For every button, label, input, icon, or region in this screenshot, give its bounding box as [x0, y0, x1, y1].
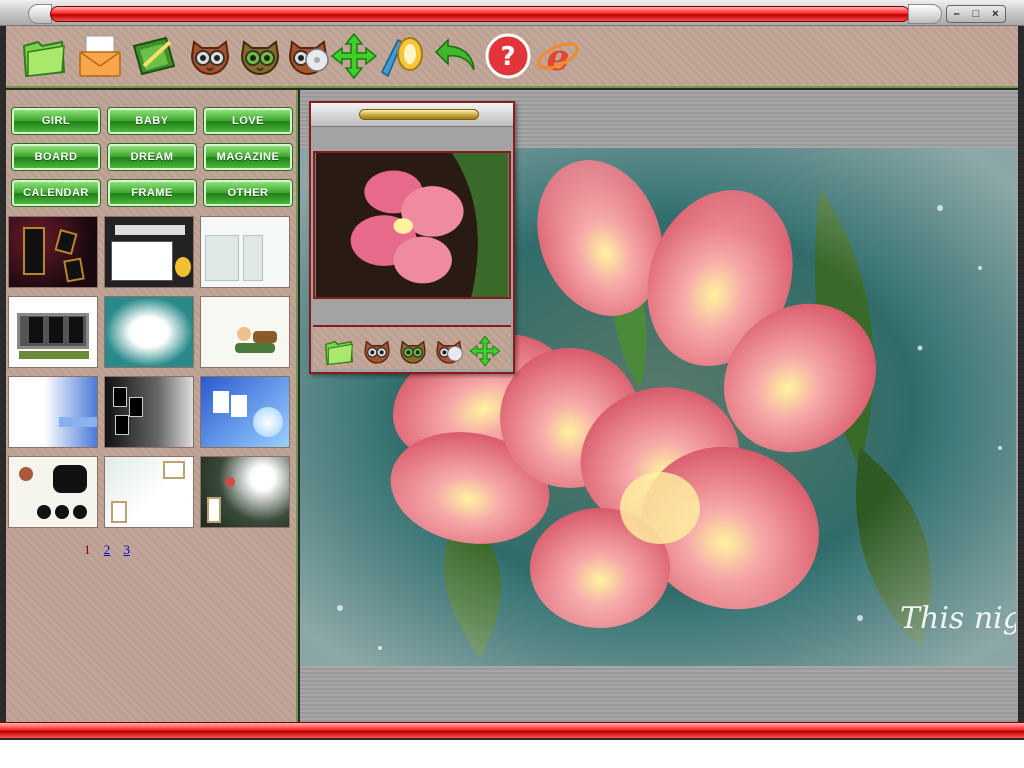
thumb-board-white[interactable]	[104, 216, 194, 288]
internet-explorer-button[interactable]: e	[534, 32, 582, 80]
thumb-teal-oval[interactable]	[104, 296, 194, 368]
preview-open-button[interactable]	[323, 335, 355, 367]
owl-cd-button[interactable]	[284, 32, 332, 80]
thumb-white-panels[interactable]	[200, 216, 290, 288]
thumb-cartoon-kids[interactable]	[200, 296, 290, 368]
thumb-blue-fade[interactable]	[8, 376, 98, 448]
page-current: 1	[84, 542, 91, 557]
owl-green-icon	[400, 340, 426, 364]
owl-cd-icon	[288, 40, 329, 75]
move-arrows-button[interactable]	[330, 32, 378, 80]
preview-owl-green-button[interactable]	[397, 335, 429, 367]
preview-image	[313, 151, 511, 299]
move-arrows-icon	[469, 335, 501, 367]
preview-photo	[315, 153, 509, 297]
open-folder-icon	[22, 40, 66, 78]
owl-brown-icon	[364, 340, 390, 364]
category-dream-button[interactable]: DREAM	[108, 144, 196, 170]
zoom-tool-button[interactable]	[378, 32, 426, 80]
app-window: – □ × ? e GIRL BABY LOVE BOARD DREAM MAG…	[0, 0, 1024, 740]
owl-brown-button[interactable]	[186, 32, 234, 80]
svg-text:?: ?	[500, 42, 515, 72]
preview-title-bar[interactable]	[311, 103, 513, 127]
pager: 1 2 3	[84, 542, 140, 558]
bottom-red-bar	[0, 722, 1024, 738]
page-link-3[interactable]: 3	[124, 542, 131, 557]
thumb-window-panes[interactable]	[8, 296, 98, 368]
canvas-caption: This night	[900, 601, 1016, 636]
edit-photo-button[interactable]	[130, 32, 178, 80]
help-icon: ?	[485, 33, 531, 79]
preview-owl-brown-button[interactable]	[361, 335, 393, 367]
title-bar[interactable]: – □ ×	[0, 0, 1024, 26]
close-button[interactable]: ×	[986, 6, 1005, 22]
owl-green-button[interactable]	[236, 32, 284, 80]
edit-photo-icon	[132, 36, 176, 76]
preview-toolbar	[313, 325, 511, 369]
category-board-button[interactable]: BOARD	[12, 144, 100, 170]
category-magazine-button[interactable]: MAGAZINE	[204, 144, 292, 170]
category-other-button[interactable]: OTHER	[204, 180, 292, 206]
preview-window[interactable]	[309, 101, 515, 374]
title-left-cap	[28, 4, 52, 24]
preview-gold-bar	[359, 109, 479, 120]
help-button[interactable]: ?	[484, 32, 532, 80]
window-right-edge	[1018, 26, 1024, 722]
save-envelope-button[interactable]	[76, 32, 124, 80]
internet-explorer-icon: e	[537, 37, 579, 79]
minimize-button[interactable]: –	[947, 6, 966, 22]
category-baby-button[interactable]: BABY	[108, 108, 196, 134]
owl-cd-icon	[436, 340, 463, 364]
category-love-button[interactable]: LOVE	[204, 108, 292, 134]
preview-owl-cd-button[interactable]	[433, 335, 465, 367]
save-envelope-icon	[79, 35, 121, 77]
page-link-2[interactable]: 2	[104, 542, 111, 557]
thumb-floral-dark[interactable]	[200, 456, 290, 528]
undo-arrow-icon	[434, 38, 475, 71]
thumb-green-fade[interactable]	[104, 456, 194, 528]
category-frame-button[interactable]: FRAME	[108, 180, 196, 206]
owl-green-icon	[240, 40, 280, 75]
template-panel: GIRL BABY LOVE BOARD DREAM MAGAZINE CALE…	[6, 90, 298, 722]
title-red-bar	[50, 6, 910, 22]
category-calendar-button[interactable]: CALENDAR	[12, 180, 100, 206]
thumb-blue-frames[interactable]	[200, 376, 290, 448]
preview-move-button[interactable]	[469, 335, 501, 367]
open-folder-button[interactable]	[20, 32, 68, 80]
thumb-dark-red-frames[interactable]	[8, 216, 98, 288]
toolbar: ? e	[6, 26, 1018, 88]
zoom-tool-icon	[381, 37, 423, 78]
maximize-button[interactable]: □	[966, 6, 985, 22]
window-controls: – □ ×	[946, 5, 1006, 23]
title-right-cap	[908, 4, 942, 24]
category-girl-button[interactable]: GIRL	[12, 108, 100, 134]
thumb-black-filmstrip[interactable]	[104, 376, 194, 448]
open-folder-icon	[324, 340, 354, 366]
undo-button[interactable]	[432, 32, 480, 80]
owl-brown-icon	[190, 40, 230, 75]
thumb-circles-white[interactable]	[8, 456, 98, 528]
move-arrows-icon	[330, 32, 378, 80]
